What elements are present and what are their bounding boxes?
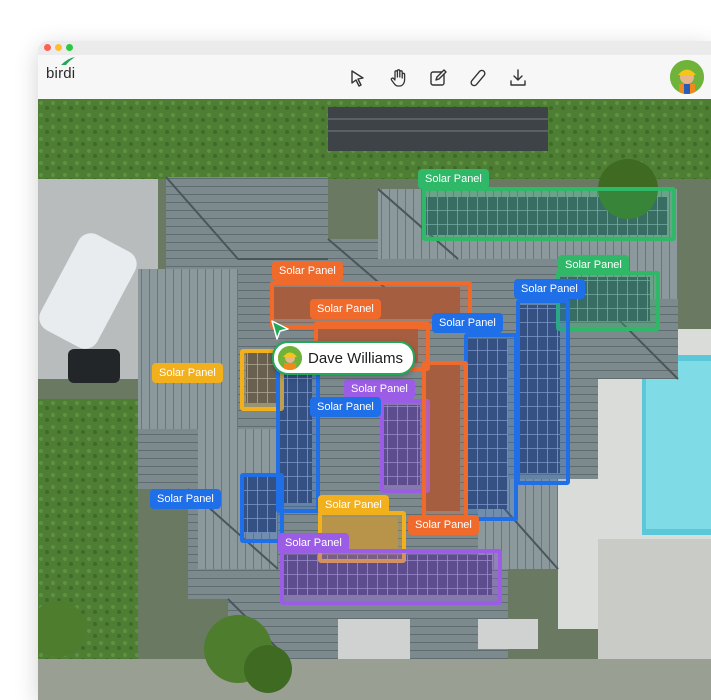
- logo-text: birdi: [46, 65, 76, 82]
- minimize-window-dot[interactable]: [55, 44, 62, 51]
- annotation-box-5[interactable]: [516, 299, 570, 485]
- annotation-box-12[interactable]: [422, 361, 468, 521]
- hand-pan-icon: [390, 69, 406, 87]
- collaborator-avatar: [278, 346, 302, 370]
- download-tool-button[interactable]: [506, 66, 530, 90]
- annotation-label-8[interactable]: Solar Panel: [344, 379, 415, 399]
- annotation-label-3[interactable]: Solar Panel: [272, 261, 343, 281]
- annotate-tool-button[interactable]: [426, 66, 450, 90]
- measure-ruler-icon: [470, 69, 486, 87]
- annotation-label-11[interactable]: Solar Panel: [318, 495, 389, 515]
- user-avatar[interactable]: [670, 60, 704, 94]
- annotation-label-13[interactable]: Solar Panel: [278, 533, 349, 553]
- annotation-label-4[interactable]: Solar Panel: [310, 299, 381, 319]
- birdi-logo: birdi: [46, 57, 76, 82]
- annotation-label-2[interactable]: Solar Panel: [558, 255, 629, 275]
- annotation-label-9[interactable]: Solar Panel: [310, 397, 381, 417]
- annotation-label-1[interactable]: Solar Panel: [418, 169, 489, 189]
- close-window-dot[interactable]: [44, 44, 51, 51]
- collaborator-cursor-icon: [271, 320, 289, 340]
- annotation-box-1[interactable]: [422, 187, 676, 241]
- download-icon: [510, 69, 526, 86]
- measure-tool-button[interactable]: [466, 66, 490, 90]
- app-window: birdi Solar Panel Solar Panel Solar Pane…: [38, 41, 711, 700]
- select-pointer-icon: [351, 70, 364, 87]
- tool-group: [346, 66, 530, 90]
- annotation-box-10[interactable]: [240, 473, 284, 543]
- pan-tool-button[interactable]: [386, 66, 410, 90]
- maximize-window-dot[interactable]: [66, 44, 73, 51]
- annotation-label-5[interactable]: Solar Panel: [514, 279, 585, 299]
- select-tool-button[interactable]: [346, 66, 370, 90]
- annotation-label-12[interactable]: Solar Panel: [408, 515, 479, 535]
- bird-logo-icon: [61, 57, 75, 65]
- edit-annotate-icon: [430, 69, 447, 86]
- annotation-box-13[interactable]: [280, 549, 502, 605]
- annotation-label-7[interactable]: Solar Panel: [152, 363, 223, 383]
- collaborator-tag: Dave Williams: [272, 341, 416, 375]
- annotation-label-6[interactable]: Solar Panel: [432, 313, 503, 333]
- aerial-map-view[interactable]: Solar Panel Solar Panel Solar Panel Sola…: [38, 99, 711, 700]
- window-titlebar: [38, 41, 711, 55]
- worker-avatar-icon: [670, 60, 704, 94]
- annotation-box-6[interactable]: [464, 333, 518, 521]
- top-toolbar: birdi: [38, 55, 711, 100]
- annotation-label-10[interactable]: Solar Panel: [150, 489, 221, 509]
- worker-avatar-icon: [278, 346, 302, 370]
- collaborator-name: Dave Williams: [308, 349, 404, 367]
